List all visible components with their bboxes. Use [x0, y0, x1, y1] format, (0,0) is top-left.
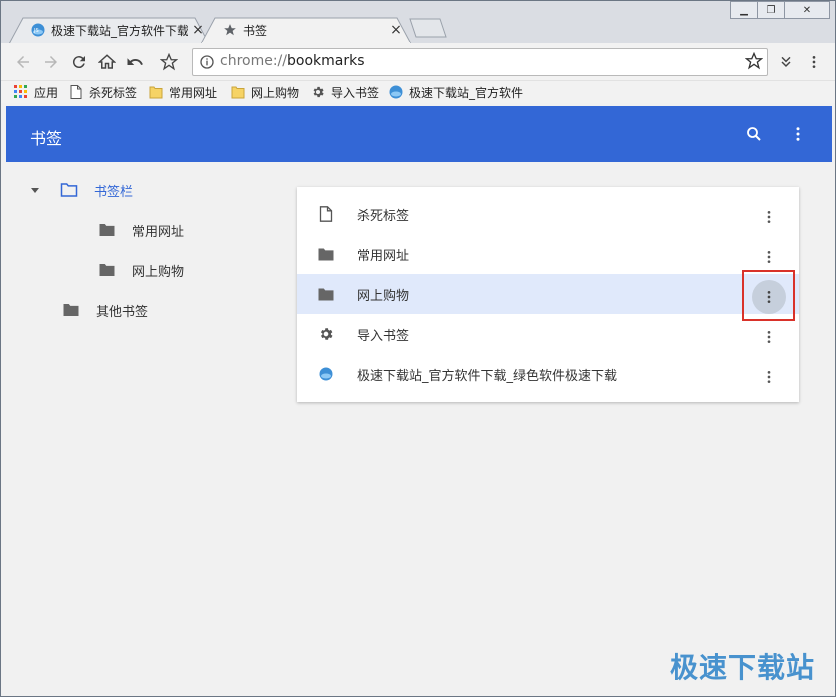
address-bar[interactable]: chrome://bookmarks	[192, 48, 768, 76]
folder-icon	[149, 86, 163, 99]
folder-icon	[231, 86, 245, 99]
list-item-label: 极速下载站_官方软件下载_绿色软件极速下载	[357, 369, 618, 384]
bookmark-import[interactable]: 导入书签	[311, 84, 379, 100]
list-item-label: 导入书签	[357, 329, 410, 344]
bookmark-label: 网上购物	[251, 85, 300, 100]
globe-logo-icon	[317, 365, 335, 383]
list-item-label: 网上购物	[357, 289, 410, 304]
info-icon[interactable]	[199, 54, 215, 70]
url-path: bookmarks	[287, 53, 365, 69]
folder-icon	[317, 285, 335, 303]
minimize-icon[interactable]: ▁	[730, 1, 758, 19]
bookmark-label: 极速下载站_官方软件	[409, 85, 524, 100]
bookmark-kill-tab[interactable]: 杀死标签	[69, 84, 137, 100]
tree-label: 书签栏	[94, 184, 134, 200]
page-title: 书签	[30, 129, 63, 148]
window-controls: ▁ ❐ ✕	[730, 1, 830, 19]
bookmark-apps[interactable]: 应用	[14, 84, 58, 100]
bookmarks-bar: 应用 杀死标签 常用网址 网上购物 导入书签 极速下载站_官方软件	[1, 81, 835, 103]
more-vert-icon[interactable]	[787, 123, 809, 145]
folder-icon	[99, 224, 115, 236]
list-item-label: 杀死标签	[357, 209, 410, 224]
folder-icon	[317, 245, 335, 263]
annotation-highlight-box	[742, 270, 795, 321]
folder-open-icon	[60, 183, 78, 197]
bookmark-label: 杀死标签	[89, 85, 138, 100]
search-icon[interactable]	[743, 123, 765, 145]
bookmark-folder-common[interactable]: 常用网址	[149, 84, 217, 100]
gear-icon	[313, 86, 324, 98]
undo-icon[interactable]	[124, 51, 146, 73]
more-vert-icon[interactable]	[752, 240, 786, 274]
star-icon[interactable]	[745, 52, 763, 70]
list-item-selected[interactable]: 网上购物	[297, 274, 799, 314]
chevron-down-icon[interactable]	[30, 185, 40, 195]
new-tab-button[interactable]	[408, 17, 448, 44]
restore-icon[interactable]: ❐	[757, 1, 785, 19]
forward-arrow-icon[interactable]	[40, 51, 62, 73]
globe-logo-icon	[389, 85, 403, 99]
list-item[interactable]: 极速下载站_官方软件下载_绿色软件极速下载	[297, 354, 799, 394]
tab-title: 书签	[243, 24, 268, 38]
watermark-logo: 极速下载站	[669, 651, 815, 684]
tree-label: 其他书签	[96, 304, 149, 320]
list-item-label: 常用网址	[357, 249, 410, 264]
page-icon	[70, 85, 82, 99]
close-icon[interactable]: ✕	[784, 1, 830, 19]
svg-text:JS: JS	[33, 28, 39, 34]
page-header: 书签	[6, 106, 832, 162]
url-text[interactable]: chrome://bookmarks	[220, 53, 365, 69]
bookmark-jisu[interactable]: 极速下载站_官方软件	[389, 84, 524, 100]
tab-close-icon[interactable]: ×	[389, 23, 403, 37]
back-arrow-icon[interactable]	[12, 51, 34, 73]
tab-jisu[interactable]: JS 极速下载站_官方软件下载 ×	[9, 17, 209, 44]
reload-icon[interactable]	[68, 51, 90, 73]
tree-label: 常用网址	[132, 224, 185, 240]
url-scheme: chrome://	[220, 53, 287, 69]
star-icon	[224, 24, 236, 36]
folder-icon	[99, 264, 115, 276]
bookmark-label: 常用网址	[169, 85, 218, 100]
list-item[interactable]: 常用网址	[297, 234, 799, 274]
page-icon	[317, 205, 335, 223]
home-icon[interactable]	[96, 51, 118, 73]
tree-label: 网上购物	[132, 264, 185, 280]
more-vert-icon[interactable]	[752, 200, 786, 234]
tab-bookmarks[interactable]: 书签 ×	[201, 17, 411, 44]
extensions-icon[interactable]	[775, 51, 797, 73]
browser-window: JS 极速下载站_官方软件下载 × 书签 × ▁ ❐ ✕ chrome://bo…	[0, 0, 836, 697]
menu-icon[interactable]	[803, 51, 825, 73]
folder-icon	[63, 304, 79, 316]
tab-title: 极速下载站_官方软件下载	[51, 24, 188, 38]
bookmarks-page: 书签 书签栏 常用网址 网上购物 其他书签 杀死标签 常用网址 网上购物 导入书…	[2, 104, 834, 696]
tab-strip: JS 极速下载站_官方软件下载 × 书签 × ▁ ❐ ✕	[1, 1, 835, 44]
bookmark-folder-shopping[interactable]: 网上购物	[231, 84, 299, 100]
apps-grid-icon	[14, 85, 27, 98]
tree-item-bookmarks-bar[interactable]: 书签栏	[30, 180, 133, 200]
tree-item-common[interactable]: 常用网址	[98, 220, 184, 240]
tree-item-other[interactable]: 其他书签	[62, 300, 148, 320]
toolbar: chrome://bookmarks	[1, 43, 835, 81]
list-item[interactable]: 导入书签	[297, 314, 799, 354]
gear-icon	[317, 325, 335, 343]
more-vert-icon[interactable]	[752, 360, 786, 394]
bookmark-list-card: 杀死标签 常用网址 网上购物 导入书签 极速下载站_官方软件下载_绿色软件极速下	[297, 187, 799, 402]
bookmark-label: 应用	[34, 85, 59, 100]
more-vert-icon[interactable]	[752, 320, 786, 354]
globe-logo-icon: JS	[31, 23, 45, 37]
star-icon[interactable]	[158, 51, 180, 73]
bookmark-label: 导入书签	[331, 85, 380, 100]
tree-item-shopping[interactable]: 网上购物	[98, 260, 184, 280]
list-item[interactable]: 杀死标签	[297, 194, 799, 234]
